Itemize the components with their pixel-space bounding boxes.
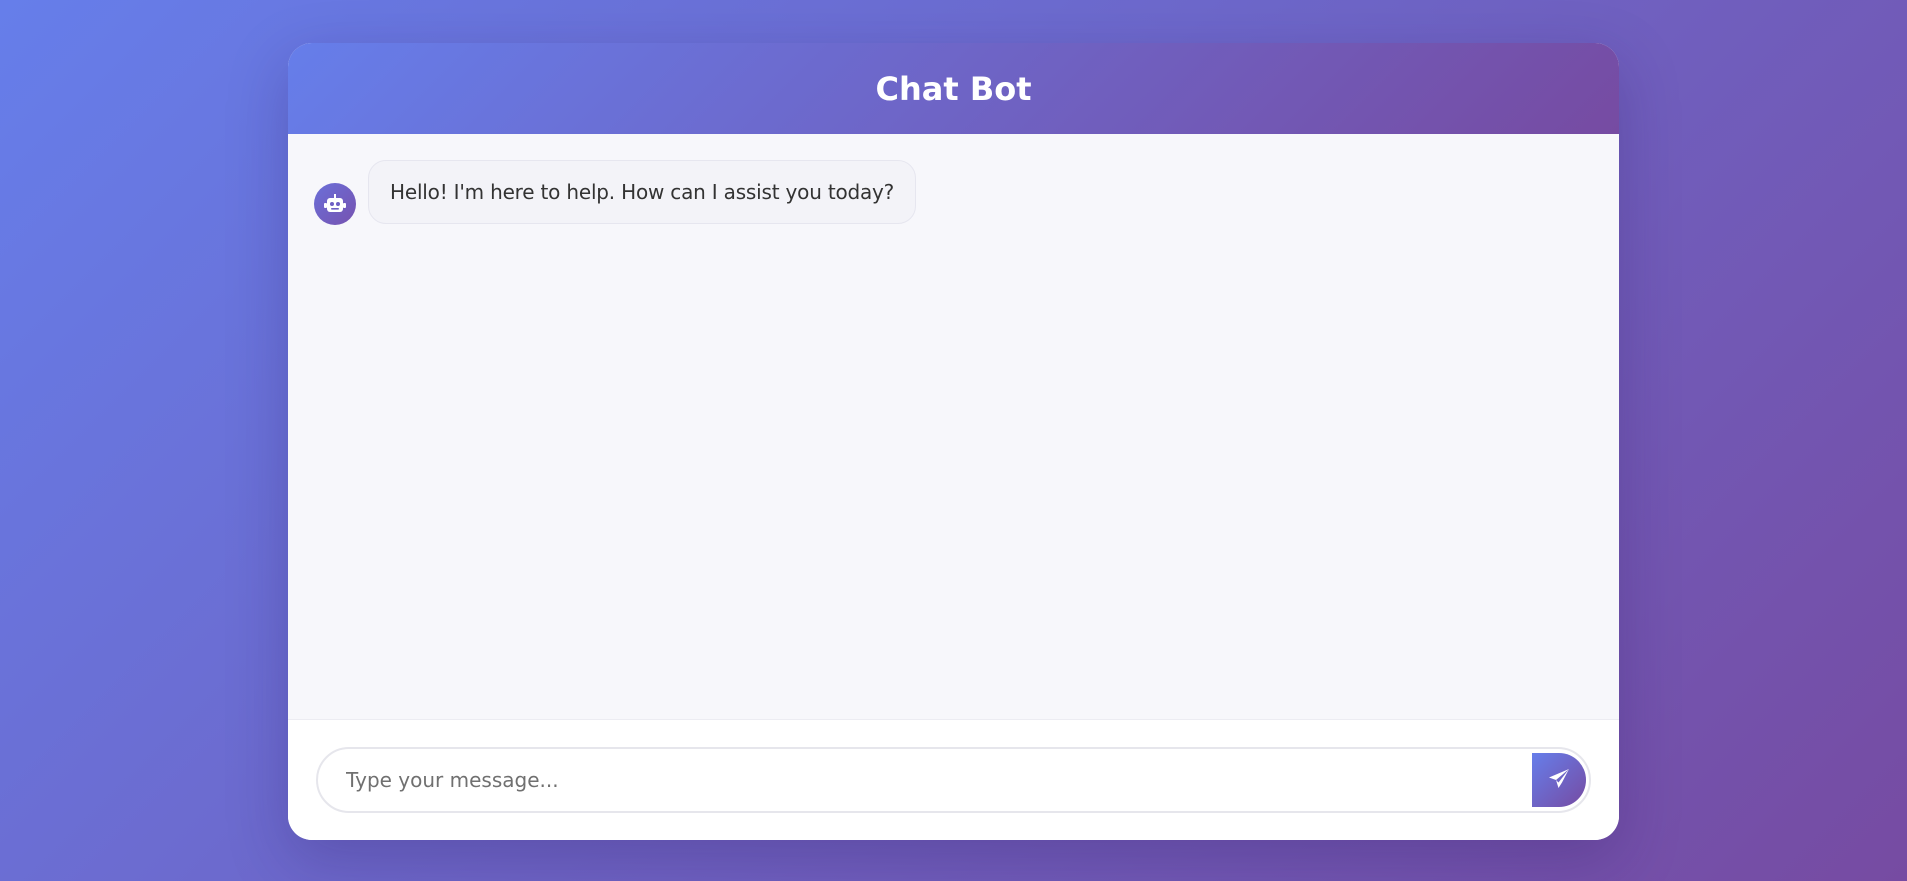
bot-avatar xyxy=(314,183,356,225)
composer xyxy=(316,747,1591,813)
send-button[interactable] xyxy=(1532,753,1586,807)
chat-header: Chat Bot xyxy=(288,43,1619,134)
bot-message: Hello! I'm here to help. How can I assis… xyxy=(314,160,1593,225)
robot-icon xyxy=(323,194,347,214)
message-input[interactable] xyxy=(344,767,1532,793)
chat-footer xyxy=(288,719,1619,840)
chat-window: Chat Bot Hello! I'm here to help. How ca… xyxy=(288,43,1619,840)
chat-title: Chat Bot xyxy=(875,69,1032,108)
message-list: Hello! I'm here to help. How can I assis… xyxy=(288,134,1619,719)
paper-plane-icon xyxy=(1547,767,1571,794)
message-bubble: Hello! I'm here to help. How can I assis… xyxy=(368,160,917,224)
